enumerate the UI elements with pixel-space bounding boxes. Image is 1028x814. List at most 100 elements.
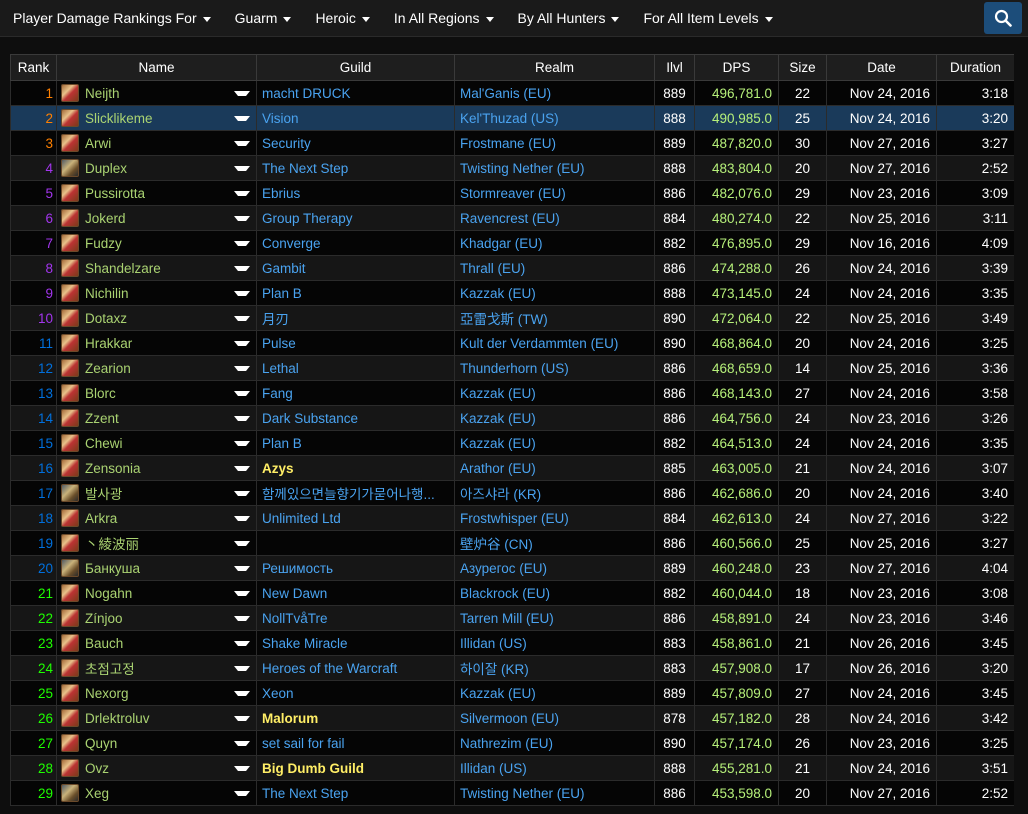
guild-link[interactable]: Fang bbox=[256, 380, 455, 406]
realm-link[interactable]: Азурегос (EU) bbox=[454, 555, 655, 581]
table-row[interactable]: 6 Jokerd Group Therapy Ravencrest (EU) 884 48… bbox=[10, 205, 1014, 231]
player-name-link[interactable]: Pussirotta bbox=[85, 186, 234, 201]
table-row[interactable]: 29 Xeg The Next Step Twisting Nether (EU) 88… bbox=[10, 780, 1014, 806]
realm-link[interactable]: 壁炉谷 (CN) bbox=[454, 530, 655, 556]
realm-link[interactable]: Arathor (EU) bbox=[454, 455, 655, 481]
realm-link[interactable]: Twisting Nether (EU) bbox=[454, 155, 655, 181]
table-row[interactable]: 25 Nexorg Xeon Kazzak (EU) 889 457,809.0 27 Nov… bbox=[10, 680, 1014, 706]
chevron-down-icon[interactable] bbox=[234, 340, 250, 346]
guild-link[interactable]: The Next Step bbox=[256, 780, 455, 806]
realm-link[interactable]: Mal'Ganis (EU) bbox=[454, 80, 655, 106]
chevron-down-icon[interactable] bbox=[234, 165, 250, 171]
realm-link[interactable]: Silvermoon (EU) bbox=[454, 705, 655, 731]
realm-link[interactable]: 亞雷戈斯 (TW) bbox=[454, 305, 655, 331]
player-name-link[interactable]: Shandelzare bbox=[85, 261, 234, 276]
table-row[interactable]: 16 Zensonia Azys Arathor (EU) 885 463,005.0 21… bbox=[10, 455, 1014, 481]
chevron-down-icon[interactable] bbox=[234, 565, 250, 571]
realm-link[interactable]: Nathrezim (EU) bbox=[454, 730, 655, 756]
chevron-down-icon[interactable] bbox=[234, 540, 250, 546]
chevron-down-icon[interactable] bbox=[234, 265, 250, 271]
table-row[interactable]: 4 Duplex The Next Step Twisting Nether (EU)… bbox=[10, 155, 1014, 181]
table-row[interactable]: 13 Blorc Fang Kazzak (EU) 886 468,143.0 27 Nov … bbox=[10, 380, 1014, 406]
chevron-down-icon[interactable] bbox=[234, 365, 250, 371]
chevron-down-icon[interactable] bbox=[234, 215, 250, 221]
chevron-down-icon[interactable] bbox=[234, 640, 250, 646]
realm-link[interactable]: 아즈샤라 (KR) bbox=[454, 480, 655, 506]
guild-link[interactable]: Unlimited Ltd bbox=[256, 505, 455, 531]
player-name-link[interactable]: Nichilin bbox=[85, 286, 234, 301]
player-name-link[interactable]: Fudzy bbox=[85, 236, 234, 251]
player-name-link[interactable]: 丶綾波丽 bbox=[85, 533, 234, 553]
player-name-link[interactable]: 발사광 bbox=[85, 483, 234, 503]
table-row[interactable]: 17 발사광 함께있으면늘향기가묻어나행... 아즈샤라 (KR) 886 462,686… bbox=[10, 480, 1014, 506]
filter-boss[interactable]: Guarm bbox=[223, 0, 304, 36]
guild-link[interactable]: Vision bbox=[256, 105, 455, 131]
player-name-link[interactable]: Nexorg bbox=[85, 686, 234, 701]
realm-link[interactable]: Ravencrest (EU) bbox=[454, 205, 655, 231]
table-row[interactable]: 7 Fudzy Converge Khadgar (EU) 882 476,895.0 29… bbox=[10, 230, 1014, 256]
filter-item-level[interactable]: For All Item Levels bbox=[631, 0, 784, 36]
column-header-realm[interactable]: Realm bbox=[454, 54, 655, 81]
column-header-guild[interactable]: Guild bbox=[256, 54, 455, 81]
chevron-down-icon[interactable] bbox=[234, 515, 250, 521]
player-name-link[interactable]: Chewi bbox=[85, 436, 234, 451]
guild-link[interactable]: Xeon bbox=[256, 680, 455, 706]
guild-link[interactable]: Shake Miracle bbox=[256, 630, 455, 656]
guild-link[interactable]: set sail for fail bbox=[256, 730, 455, 756]
column-header-size[interactable]: Size bbox=[778, 54, 827, 81]
player-name-link[interactable]: 초점고정 bbox=[85, 658, 234, 678]
guild-link[interactable]: Dark Substance bbox=[256, 405, 455, 431]
player-name-link[interactable]: Blorc bbox=[85, 386, 234, 401]
table-row[interactable]: 28 Ovz Big Dumb Guild Illidan (US) 888 455,28… bbox=[10, 755, 1014, 781]
realm-link[interactable]: Kazzak (EU) bbox=[454, 405, 655, 431]
filter-ranking-type[interactable]: Player Damage Rankings For bbox=[0, 0, 223, 36]
player-name-link[interactable]: Quyn bbox=[85, 736, 234, 751]
realm-link[interactable]: Blackrock (EU) bbox=[454, 580, 655, 606]
chevron-down-icon[interactable] bbox=[234, 315, 250, 321]
guild-link[interactable]: Azys bbox=[256, 455, 455, 481]
player-name-link[interactable]: Neijth bbox=[85, 86, 234, 101]
chevron-down-icon[interactable] bbox=[234, 590, 250, 596]
table-row[interactable]: 21 Nogahn New Dawn Blackrock (EU) 882 460,044… bbox=[10, 580, 1014, 606]
realm-link[interactable]: Kazzak (EU) bbox=[454, 430, 655, 456]
table-row[interactable]: 26 Drlektroluv Malorum Silvermoon (EU) 878 45… bbox=[10, 705, 1014, 731]
guild-link[interactable]: Converge bbox=[256, 230, 455, 256]
table-row[interactable]: 23 Bauch Shake Miracle Illidan (US) 883 458,8… bbox=[10, 630, 1014, 656]
table-row[interactable]: 2 Slicklikeme Vision Kel'Thuzad (US) 888 490,… bbox=[10, 105, 1014, 131]
chevron-down-icon[interactable] bbox=[234, 240, 250, 246]
guild-link[interactable]: Security bbox=[256, 130, 455, 156]
realm-link[interactable]: Khadgar (EU) bbox=[454, 230, 655, 256]
column-header-duration[interactable]: Duration bbox=[936, 54, 1014, 81]
guild-link[interactable]: Lethal bbox=[256, 355, 455, 381]
chevron-down-icon[interactable] bbox=[234, 765, 250, 771]
table-row[interactable]: 10 Dotaxz 月刃 亞雷戈斯 (TW) 890 472,064.0 22 Nov 25,… bbox=[10, 305, 1014, 331]
chevron-down-icon[interactable] bbox=[234, 90, 250, 96]
guild-link[interactable]: Решимость bbox=[256, 555, 455, 581]
guild-link[interactable]: Group Therapy bbox=[256, 205, 455, 231]
table-row[interactable]: 27 Quyn set sail for fail Nathrezim (EU) 890… bbox=[10, 730, 1014, 756]
guild-link[interactable]: 함께있으면늘향기가묻어나행... bbox=[256, 480, 455, 506]
guild-link[interactable]: Big Dumb Guild bbox=[256, 755, 455, 781]
realm-link[interactable]: Kult der Verdammten (EU) bbox=[454, 330, 655, 356]
realm-link[interactable]: Kazzak (EU) bbox=[454, 280, 655, 306]
filter-region[interactable]: In All Regions bbox=[382, 0, 506, 36]
guild-link[interactable]: Plan B bbox=[256, 430, 455, 456]
column-header-dps[interactable]: DPS bbox=[694, 54, 779, 81]
table-row[interactable]: 20 Банкуша Решимость Азурегос (EU) 889 460,24… bbox=[10, 555, 1014, 581]
chevron-down-icon[interactable] bbox=[234, 440, 250, 446]
filter-class[interactable]: By All Hunters bbox=[506, 0, 632, 36]
player-name-link[interactable]: Zensonia bbox=[85, 461, 234, 476]
guild-link[interactable]: NollTvåTre bbox=[256, 605, 455, 631]
realm-link[interactable]: 하이잘 (KR) bbox=[454, 655, 655, 681]
realm-link[interactable]: Kazzak (EU) bbox=[454, 380, 655, 406]
chevron-down-icon[interactable] bbox=[234, 715, 250, 721]
player-name-link[interactable]: Zzent bbox=[85, 411, 234, 426]
player-name-link[interactable]: Dotaxz bbox=[85, 311, 234, 326]
player-name-link[interactable]: Arwi bbox=[85, 136, 234, 151]
guild-link[interactable]: Malorum bbox=[256, 705, 455, 731]
player-name-link[interactable]: Arkra bbox=[85, 511, 234, 526]
column-header-ilvl[interactable]: Ilvl bbox=[654, 54, 695, 81]
table-row[interactable]: 8 Shandelzare Gambit Thrall (EU) 886 474,288.… bbox=[10, 255, 1014, 281]
column-header-rank[interactable]: Rank bbox=[10, 54, 57, 81]
guild-link[interactable]: Gambit bbox=[256, 255, 455, 281]
